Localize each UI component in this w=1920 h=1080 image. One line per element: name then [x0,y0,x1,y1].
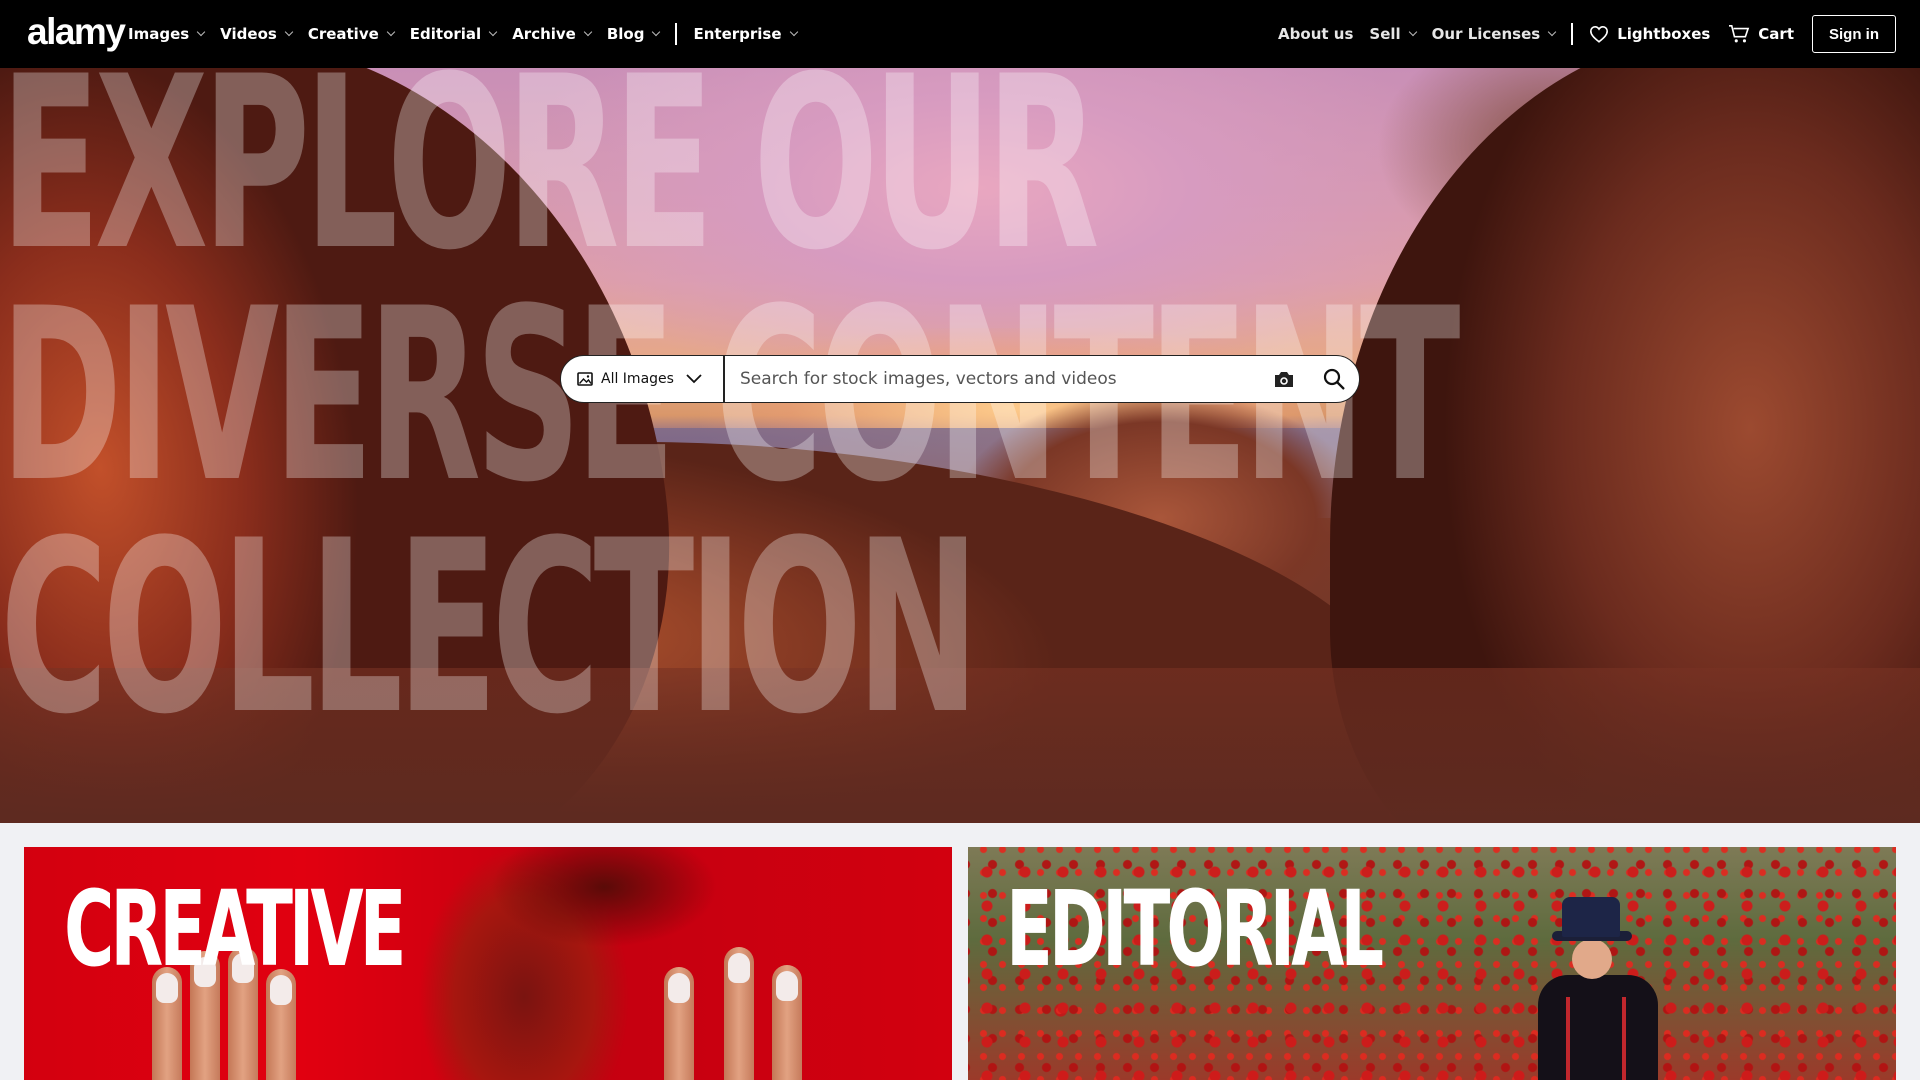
cart-link[interactable]: Cart [1728,24,1794,44]
nav-sell[interactable]: Sell [1369,25,1417,43]
alamy-logo[interactable]: alamy [27,10,126,54]
nav-videos[interactable]: Videos [220,25,294,43]
search-bar: All Images [560,355,1360,403]
nav-archive-label: Archive [512,25,576,43]
nav-enterprise-label: Enterprise [693,25,782,43]
chevron-down-icon [686,374,702,384]
nav-our-licenses-label: Our Licenses [1431,25,1541,43]
cart-icon [1729,25,1750,43]
cart-label: Cart [1758,25,1794,43]
chevron-down-icon [1408,27,1417,37]
lightboxes-link[interactable]: Lightboxes [1589,25,1710,43]
nav-creative-label: Creative [307,25,379,43]
chevron-down-icon [789,27,798,37]
primary-nav: Images Videos Creative Editorial Archive… [128,0,813,68]
image-icon [577,372,593,386]
nav-images[interactable]: Images [128,25,206,43]
nav-creative[interactable]: Creative [307,25,396,43]
search-type-dropdown[interactable]: All Images [561,356,725,402]
nav-editorial[interactable]: Editorial [409,25,498,43]
sign-in-button[interactable]: Sign in [1812,15,1896,53]
nav-blog[interactable]: Blog [606,25,661,43]
finger [664,967,694,1080]
hero-headline-line-1: EXPLORE OUR [0,68,1100,303]
chevron-down-icon [284,27,294,37]
hero-headline: EXPLORE OUR DIVERSE CONTENT COLLECTION [0,68,1460,767]
chevron-down-icon [488,27,498,37]
nav-editorial-label: Editorial [409,25,482,43]
search-icon [1323,368,1345,390]
search-input[interactable] [725,356,1259,402]
visual-search-button[interactable] [1259,356,1309,402]
nav-about-us-label: About us [1278,25,1354,43]
chevron-down-icon [1547,27,1557,37]
search-button[interactable] [1309,356,1359,402]
lightboxes-label: Lightboxes [1617,25,1711,43]
nav-about-us[interactable]: About us [1278,25,1353,43]
nav-images-label: Images [128,25,190,43]
chevron-down-icon [196,27,206,37]
top-navigation-bar: alamy Images Videos Creative Editorial A… [0,0,1920,68]
creative-card[interactable]: CREATIVE [24,847,952,1080]
nav-archive[interactable]: Archive [512,25,593,43]
nav-divider [675,23,678,45]
creative-card-title: CREATIVE [64,868,407,990]
finger [724,947,754,1080]
secondary-nav: About us Sell Our Licenses Lightboxes Ca… [1278,0,1896,68]
chevron-down-icon [583,27,593,37]
hero-banner: EXPLORE OUR DIVERSE CONTENT COLLECTION A… [0,68,1920,823]
nav-videos-label: Videos [220,25,277,43]
nav-divider [1571,23,1574,45]
yeoman-warder [1528,897,1668,1080]
search-type-label: All Images [601,371,674,387]
chevron-down-icon [386,27,396,37]
chevron-down-icon [652,27,661,37]
camera-icon [1275,371,1293,387]
heart-icon [1590,25,1609,43]
editorial-card-title: EDITORIAL [1006,868,1384,990]
finger [772,965,802,1080]
hero-headline-line-3: COLLECTION [0,490,980,767]
nav-blog-label: Blog [606,25,645,43]
nav-our-licenses[interactable]: Our Licenses [1431,25,1557,43]
editorial-card[interactable]: EDITORIAL [968,847,1896,1080]
nav-enterprise[interactable]: Enterprise [693,25,798,43]
nav-sell-label: Sell [1369,25,1401,43]
